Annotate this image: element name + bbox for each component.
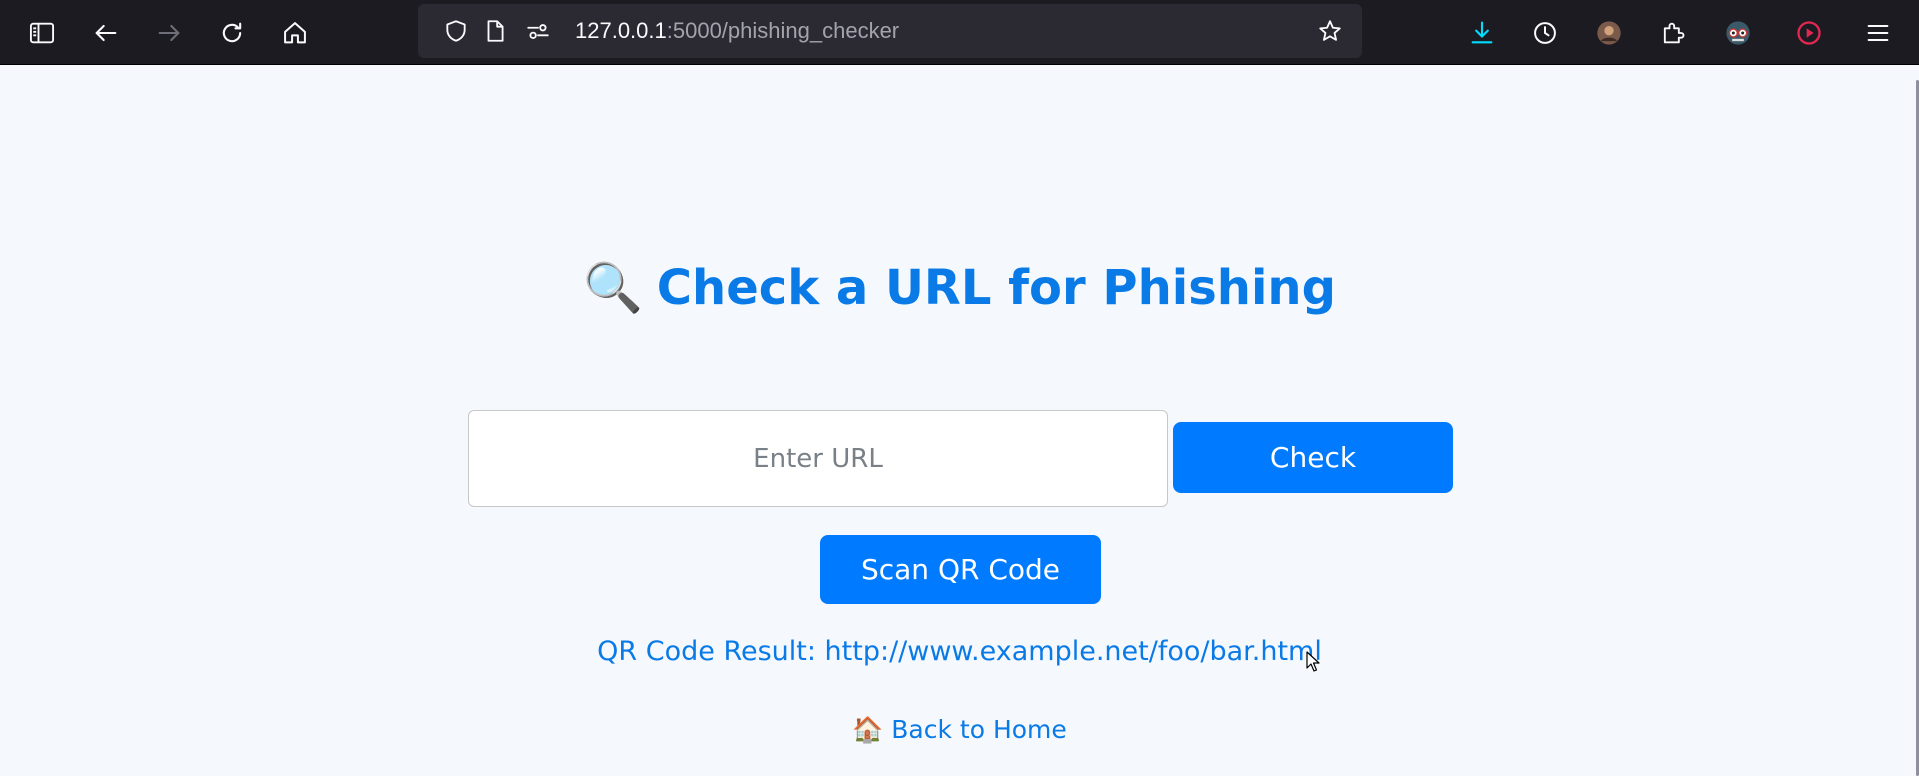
browser-toolbar: 127.0.0.1:5000/phishing_checker xyxy=(0,0,1919,65)
back-to-home-link[interactable]: 🏠 Back to Home xyxy=(0,711,1919,749)
glasses-extension-icon[interactable] xyxy=(1716,11,1760,55)
qr-code-result: QR Code Result: http://www.example.net/f… xyxy=(597,636,1322,667)
download-icon[interactable] xyxy=(1460,11,1504,55)
magnifier-icon: 🔍 xyxy=(583,260,643,316)
record-extension-icon[interactable] xyxy=(1787,11,1831,55)
reload-icon[interactable] xyxy=(210,11,254,55)
avatar[interactable] xyxy=(1587,11,1631,55)
hamburger-menu-icon[interactable] xyxy=(1856,11,1900,55)
tracking-protection-shield-icon[interactable] xyxy=(442,17,470,45)
scan-qr-code-button[interactable]: Scan QR Code xyxy=(820,535,1101,604)
mouse-cursor-icon xyxy=(1306,651,1320,672)
sidebar-icon[interactable] xyxy=(20,11,64,55)
url-text[interactable]: 127.0.0.1:5000/phishing_checker xyxy=(575,17,899,45)
puzzle-icon[interactable] xyxy=(1651,11,1695,55)
check-button[interactable]: Check xyxy=(1173,422,1453,493)
url-path: :5000/phishing_checker xyxy=(666,18,900,43)
home-icon[interactable] xyxy=(273,11,317,55)
page-title: 🔍 Check a URL for Phishing xyxy=(0,253,1919,323)
url-input[interactable] xyxy=(468,410,1168,507)
address-bar[interactable]: 127.0.0.1:5000/phishing_checker xyxy=(418,4,1362,58)
back-arrow-icon[interactable] xyxy=(84,11,128,55)
permissions-icon[interactable] xyxy=(524,17,552,45)
clock-icon[interactable] xyxy=(1523,11,1567,55)
back-to-home-label: Back to Home xyxy=(891,715,1067,744)
page-info-icon[interactable] xyxy=(481,17,509,45)
star-icon[interactable] xyxy=(1316,17,1344,45)
forward-arrow-icon[interactable] xyxy=(147,11,191,55)
url-host: 127.0.0.1 xyxy=(575,18,667,43)
page-title-text: Check a URL for Phishing xyxy=(656,260,1336,316)
house-icon: 🏠 xyxy=(852,715,884,744)
